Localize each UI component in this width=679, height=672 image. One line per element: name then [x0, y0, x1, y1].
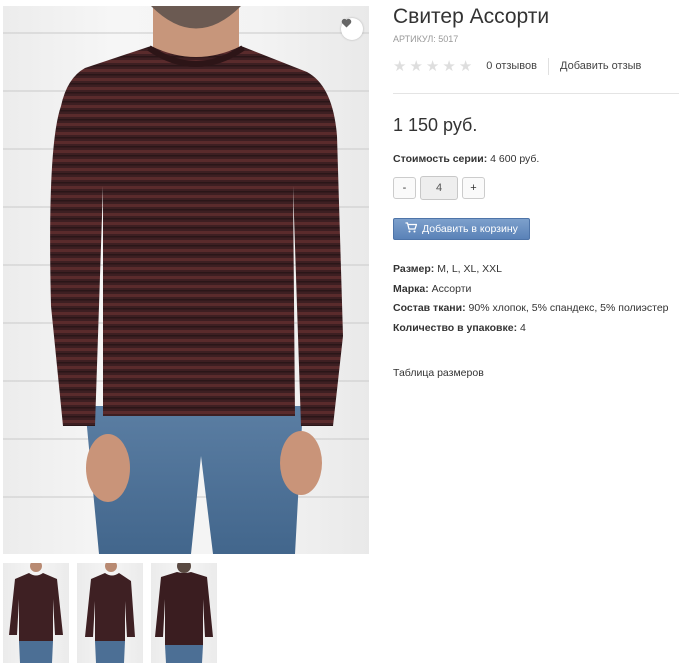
quantity-stepper: - + [393, 176, 485, 200]
divider [548, 57, 549, 75]
thumbnail-front[interactable] [3, 563, 69, 663]
wishlist-button[interactable] [341, 18, 363, 40]
series-cost: Стоимость серии: 4 600 руб. [393, 153, 539, 165]
spec-fabric: Состав ткани: 90% хлопок, 5% спандекс, 5… [393, 302, 669, 322]
rating-row: ★ ★ ★ ★ ★ 0 отзывов Добавить отзыв [393, 57, 641, 75]
star-icon[interactable]: ★ [442, 59, 455, 74]
product-main-image[interactable] [3, 6, 369, 554]
star-icon[interactable]: ★ [459, 59, 472, 74]
star-icon[interactable]: ★ [409, 59, 422, 74]
spec-size: Размер: M, L, XL, XXL [393, 263, 669, 283]
sweater-front-photo [50, 6, 343, 554]
product-sku: АРТИКУЛ: 5017 [393, 34, 459, 44]
spec-label: Состав ткани: [393, 302, 466, 314]
series-cost-value: 4 600 руб. [490, 153, 540, 165]
thumbnail-side[interactable] [77, 563, 143, 663]
spec-value: M, L, XL, XXL [437, 263, 503, 275]
divider [393, 93, 679, 94]
add-to-cart-button[interactable]: Добавить в корзину [393, 218, 530, 240]
cart-icon [405, 222, 418, 236]
add-review-link[interactable]: Добавить отзыв [560, 60, 641, 72]
star-icon[interactable]: ★ [426, 59, 439, 74]
spec-value: Ассорти [431, 282, 472, 295]
spec-label: Количество в упаковке: [393, 321, 518, 334]
rating-stars[interactable]: ★ ★ ★ ★ ★ [393, 59, 472, 74]
reviews-count-link[interactable]: 0 отзывов [486, 60, 537, 72]
thumbnail-back[interactable] [151, 563, 217, 663]
size-table-link[interactable]: Таблица размеров [393, 367, 484, 379]
spec-value: 4 [520, 321, 526, 334]
thumbnail-strip [3, 563, 217, 663]
quantity-increase-button[interactable]: + [462, 177, 485, 199]
quantity-decrease-button[interactable]: - [393, 177, 416, 199]
add-to-cart-label: Добавить в корзину [422, 223, 518, 235]
spec-pack-quantity: Количество в упаковке: 4 [393, 322, 669, 342]
star-icon[interactable]: ★ [393, 59, 406, 74]
quantity-input[interactable] [420, 176, 458, 200]
sweater-front-photo [9, 563, 63, 663]
spec-value: 90% хлопок, 5% спандекс, 5% полиэстер [468, 302, 669, 314]
spec-label: Размер: [393, 263, 435, 275]
product-title: Свитер Ассорти [393, 5, 550, 28]
product-price: 1 150 руб. [393, 115, 478, 135]
product-specs: Размер: M, L, XL, XXL Марка: Ассорти Сос… [393, 263, 669, 341]
spec-brand: Марка: Ассорти [393, 283, 669, 303]
sweater-side-photo [85, 563, 135, 663]
sweater-back-photo [155, 563, 213, 663]
spec-label: Марка: [393, 282, 429, 295]
series-cost-label: Стоимость серии: [393, 153, 488, 165]
